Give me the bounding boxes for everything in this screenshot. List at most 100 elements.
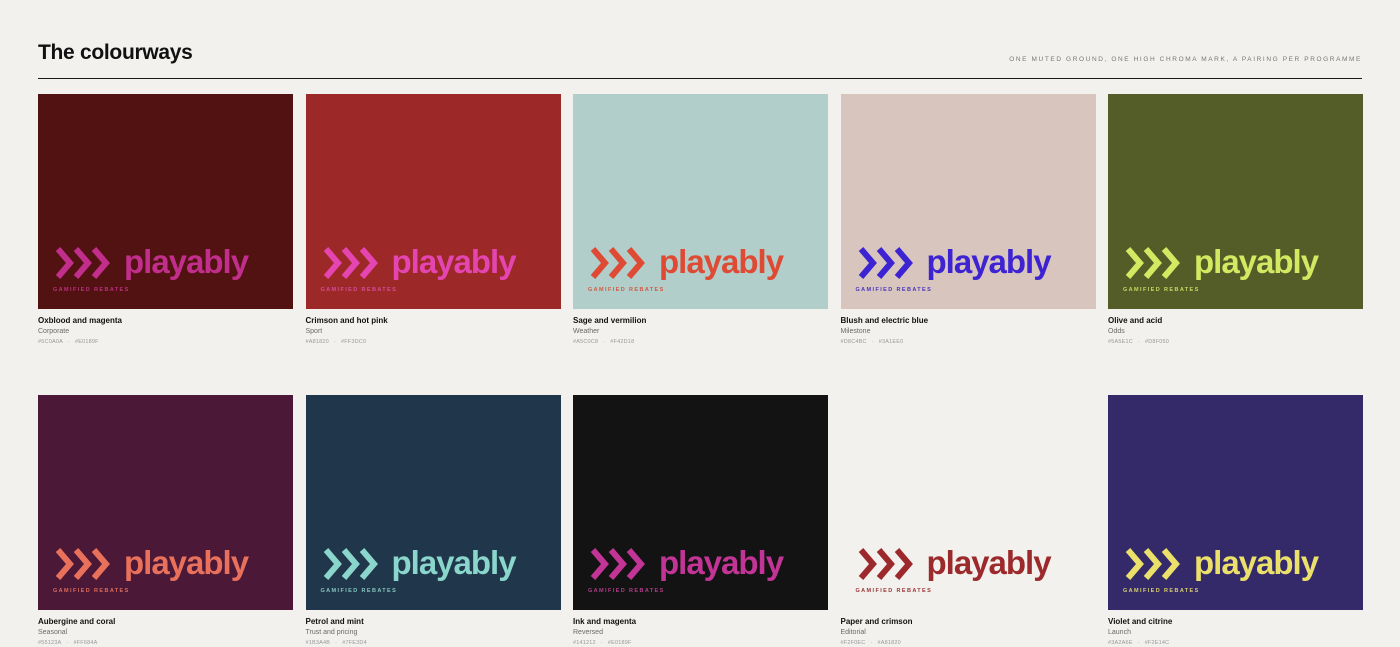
colourway-card: playably GAMIFIED REBATES Ink and magent…	[573, 395, 828, 647]
colourway-hex-codes: #55123A · #FF684A	[38, 640, 98, 646]
logo-subline: GAMIFIED REBATES	[320, 287, 398, 293]
colourway-use: Corporate	[38, 328, 70, 335]
colourway-swatch: playably GAMIFIED REBATES	[1108, 94, 1363, 309]
colourway-hex-codes: #3A2A6E · #F2E14C	[1108, 640, 1170, 646]
colourway-use: Seasonal	[38, 629, 68, 636]
colourway-use: Weather	[573, 328, 600, 335]
ground-hex: #3A2A6E	[1108, 640, 1133, 646]
colourway-card: playably GAMIFIED REBATES Olive and acid…	[1108, 94, 1363, 346]
mark-hex: #F42D18	[610, 339, 635, 345]
triple-chevron-icon	[590, 247, 645, 279]
logo-wordmark: playably	[391, 544, 517, 581]
colourway-name: Petrol and mint	[305, 617, 364, 626]
colourway-swatch: playably GAMIFIED REBATES	[840, 94, 1096, 309]
mark-hex: #FF684A	[73, 640, 98, 646]
logo-subline: GAMIFIED REBATES	[588, 287, 665, 293]
triple-chevron-icon	[1125, 548, 1180, 580]
logo-wordmark: playably	[124, 544, 249, 581]
ground-hex: #D8C4BC	[840, 339, 867, 345]
colourway-name: Crimson and hot pink	[305, 316, 388, 325]
colourway-hex-codes: #5C0A0A · #E0189F	[38, 339, 99, 345]
page-header: The colourways ONE MUTED GROUND, ONE HIG…	[38, 40, 1362, 79]
mark-hex: #7FE3D4	[342, 640, 367, 646]
colourway-name: Ink and magenta	[573, 617, 637, 626]
colourway-swatch: playably GAMIFIED REBATES	[305, 395, 561, 610]
ground-hex: #A81820	[305, 339, 329, 345]
colourway-name: Blush and electric blue	[840, 316, 929, 325]
mark-hex: #3A1EE0	[878, 339, 904, 345]
colourway-name: Paper and crimson	[840, 617, 913, 626]
ground-hex: #5A5E1C	[1108, 339, 1133, 345]
mark-hex: #E0189F	[607, 640, 632, 646]
logo-subline: GAMIFIED REBATES	[1123, 588, 1200, 594]
colourway-hex-codes: #5A5E1C · #D8F050	[1108, 339, 1170, 345]
ground-hex: #55123A	[38, 640, 62, 646]
colourway-use: Trust and pricing	[305, 629, 358, 636]
colourway-hex-codes: #A5C0C8 · #F42D18	[573, 339, 635, 345]
colourway-name: Violet and citrine	[1108, 617, 1173, 626]
colourway-grid: playably GAMIFIED REBATES Oxblood and ma…	[38, 94, 1363, 647]
colourway-card: playably GAMIFIED REBATES Petrol and min…	[305, 395, 561, 647]
logo-subline: GAMIFIED REBATES	[53, 588, 130, 594]
mark-hex: #A81820	[877, 640, 901, 646]
colourway-swatch: playably GAMIFIED REBATES	[38, 94, 293, 309]
colourway-name: Oxblood and magenta	[38, 316, 123, 325]
colourway-card: playably GAMIFIED REBATES Aubergine and …	[38, 395, 293, 647]
mark-hex: #F2E14C	[1144, 640, 1170, 646]
logo-wordmark: playably	[1194, 544, 1319, 581]
triple-chevron-icon	[858, 548, 913, 580]
logo-subline: GAMIFIED REBATES	[855, 287, 933, 293]
colourway-hex-codes: #D8C4BC · #3A1EE0	[840, 339, 904, 345]
colourway-swatch: playably GAMIFIED REBATES	[38, 395, 293, 610]
triple-chevron-icon	[858, 247, 913, 279]
logo-wordmark: playably	[926, 544, 1052, 581]
ground-hex: #A5C0C8	[573, 339, 599, 345]
mark-hex: #D8F050	[1145, 339, 1170, 345]
colourway-card: playably GAMIFIED REBATES Sage and vermi…	[573, 94, 828, 346]
logo-wordmark: playably	[124, 243, 249, 280]
logo-subline: GAMIFIED REBATES	[855, 588, 933, 594]
ground-hex: #141212	[573, 640, 596, 646]
triple-chevron-icon	[590, 548, 645, 580]
colourway-use: Sport	[305, 328, 323, 335]
page-title: The colourways	[38, 41, 193, 64]
logo-wordmark: playably	[926, 243, 1052, 280]
colourway-hex-codes: #A81820 · #FF3DC0	[305, 339, 367, 345]
colourway-card: playably GAMIFIED REBATES Crimson and ho…	[305, 94, 561, 346]
logo-wordmark: playably	[391, 243, 517, 280]
logo-subline: GAMIFIED REBATES	[320, 588, 398, 594]
logo-subline: GAMIFIED REBATES	[588, 588, 665, 594]
colourway-swatch: playably GAMIFIED REBATES	[573, 94, 828, 309]
colourway-card: playably GAMIFIED REBATES Oxblood and ma…	[38, 94, 293, 346]
ground-hex: #1B3A4B	[305, 640, 331, 646]
colourway-use: Launch	[1108, 629, 1131, 636]
colourway-name: Sage and vermilion	[573, 316, 647, 325]
logo-wordmark: playably	[659, 243, 784, 280]
colourway-swatch: playably GAMIFIED REBATES	[840, 395, 1096, 610]
triple-chevron-icon	[323, 247, 378, 279]
page-tagline: ONE MUTED GROUND, ONE HIGH CHROMA MARK, …	[1009, 56, 1362, 63]
logo-subline: GAMIFIED REBATES	[1123, 287, 1200, 293]
colourway-card: playably GAMIFIED REBATES Blush and elec…	[840, 94, 1096, 346]
logo-wordmark: playably	[1194, 243, 1319, 280]
mark-hex: #E0189F	[75, 339, 99, 345]
colourway-use: Reversed	[573, 629, 603, 636]
logo-subline: GAMIFIED REBATES	[53, 287, 130, 293]
triple-chevron-icon	[55, 548, 110, 580]
triple-chevron-icon	[323, 548, 378, 580]
colourway-card: playably GAMIFIED REBATES Violet and cit…	[1108, 395, 1363, 647]
triple-chevron-icon	[1125, 247, 1180, 279]
colourway-hex-codes: #1B3A4B · #7FE3D4	[305, 640, 367, 646]
colourway-card: playably GAMIFIED REBATES Paper and crim…	[840, 395, 1096, 647]
colourway-use: Odds	[1108, 328, 1125, 335]
colourway-name: Olive and acid	[1108, 316, 1163, 325]
colourway-name: Aubergine and coral	[38, 617, 116, 626]
mark-hex: #FF3DC0	[340, 339, 367, 345]
colourway-swatch: playably GAMIFIED REBATES	[573, 395, 828, 610]
logo-wordmark: playably	[659, 544, 784, 581]
colourway-swatch: playably GAMIFIED REBATES	[1108, 395, 1363, 610]
colourway-swatch: playably GAMIFIED REBATES	[305, 94, 561, 309]
ground-hex: #5C0A0A	[38, 339, 63, 345]
colourway-hex-codes: #F2F0EC · #A81820	[840, 640, 901, 646]
colourway-use: Milestone	[840, 328, 871, 335]
